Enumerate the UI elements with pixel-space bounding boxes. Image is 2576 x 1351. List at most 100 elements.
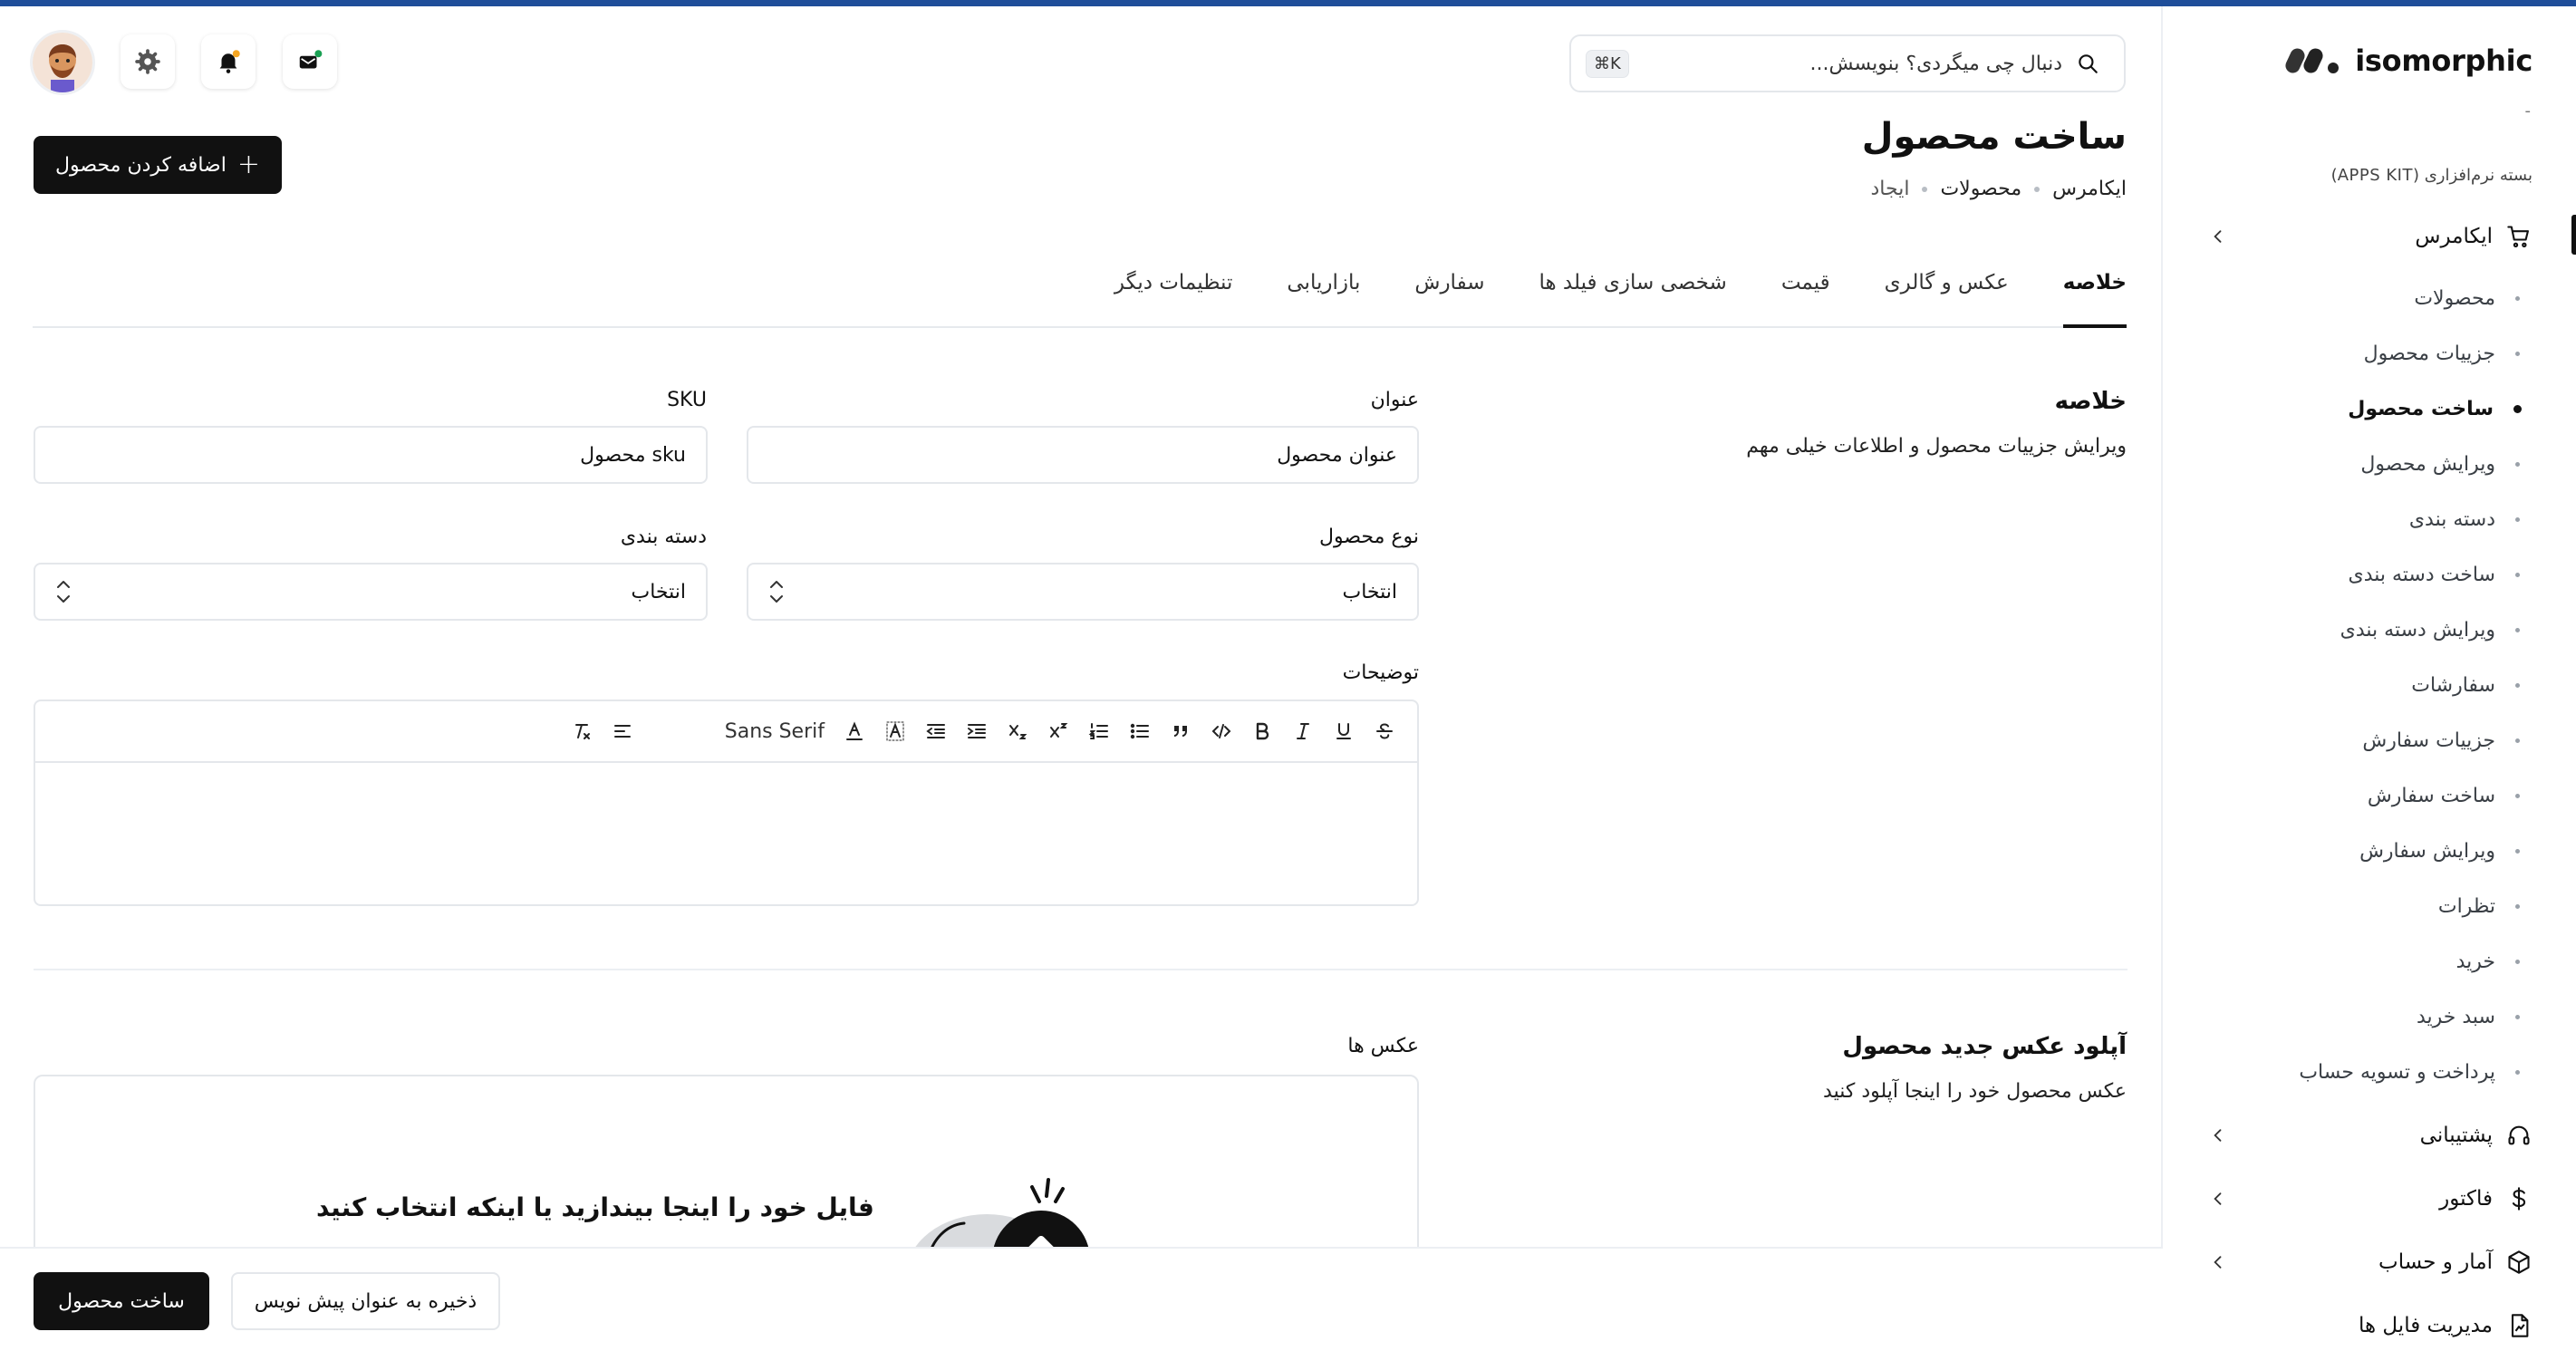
sidebar-item-create-order[interactable]: ساخت سفارش <box>2232 776 2522 815</box>
sidebar-item-label: سفارشات <box>2411 673 2495 697</box>
chevron-left-icon <box>2206 1250 2230 1274</box>
product-type-label: نوع محصول <box>1318 526 1419 548</box>
sidebar-item-orders[interactable]: سفارشات <box>2232 665 2522 705</box>
product-type-value: انتخاب <box>1342 580 1398 603</box>
sidebar-item-edit-order[interactable]: ویرایش سفارش <box>2232 831 2522 871</box>
settings-button[interactable] <box>121 34 175 89</box>
dollar-icon <box>2505 1185 2533 1212</box>
user-avatar-image <box>33 33 92 92</box>
ordered-list-icon[interactable] <box>1078 713 1119 749</box>
strikethrough-icon[interactable] <box>1364 713 1404 749</box>
sidebar-group-analytics[interactable]: آمار و حساب <box>2206 1240 2533 1284</box>
breadcrumb-separator <box>1922 186 1928 192</box>
sidebar-item-product-details[interactable]: جزییات محصول <box>2232 333 2522 373</box>
headset-icon <box>2505 1122 2533 1149</box>
sidebar-item-checkout[interactable]: پرداخت و تسویه حساب <box>2232 1052 2522 1092</box>
category-value: انتخاب <box>631 580 687 603</box>
brand[interactable]: isomorphic <box>2284 43 2533 79</box>
sidebar-item-shop[interactable]: خرید <box>2232 941 2522 981</box>
bullet-dot <box>2515 461 2520 467</box>
bullet-dot <box>2515 959 2520 964</box>
sku-field-label: SKU <box>667 389 707 411</box>
sidebar-item-label: ساخت دسته بندی <box>2348 563 2495 586</box>
sku-field[interactable]: sku محصول <box>34 426 708 484</box>
sidebar-item-label: سبد خرید <box>2416 1005 2495 1028</box>
tab-summary[interactable]: خلاصه <box>2062 265 2127 328</box>
tab-order[interactable]: سفارش <box>1414 265 1484 326</box>
font-family-select[interactable]: Sans Serif <box>716 720 834 743</box>
sidebar-item-label: پرداخت و تسویه حساب <box>2299 1060 2495 1084</box>
sidebar-item-create-product[interactable]: ساخت محصول <box>2232 389 2522 429</box>
bullet-dot <box>2515 1069 2520 1075</box>
sidebar-item-edit-category[interactable]: ویرایش دسته بندی <box>2232 610 2522 650</box>
sidebar-group-file-manager[interactable]: مدیریت فایل ها <box>2206 1304 2533 1347</box>
indent-icon[interactable] <box>956 713 997 749</box>
blockquote-icon[interactable] <box>1160 713 1201 749</box>
sidebar-item-categories[interactable]: دسته بندی <box>2232 499 2522 539</box>
highlight-color-icon[interactable] <box>874 713 915 749</box>
sidebar-group-invoice[interactable]: فاکتور <box>2206 1177 2533 1221</box>
subscript-icon[interactable] <box>997 713 1037 749</box>
bullet-dot <box>2515 572 2520 577</box>
sidebar-item-order-details[interactable]: جزییات سفارش <box>2232 720 2522 760</box>
tab-other-settings[interactable]: تنظیمات دیگر <box>1114 265 1232 326</box>
gear-icon <box>135 49 160 74</box>
search-bar[interactable]: دنبال چی میگردی؟ بنویسش... ⌘K <box>1569 34 2126 92</box>
sidebar-scroll-indicator: - <box>2524 101 2532 121</box>
sidebar-item-products[interactable]: محصولات <box>2232 278 2522 318</box>
bullet-dot <box>2515 351 2520 356</box>
category-select[interactable]: انتخاب <box>34 563 708 621</box>
sidebar-item-label: ویرایش دسته بندی <box>2340 618 2495 642</box>
save-draft-button[interactable]: ذخیره به عنوان پیش نویس <box>231 1272 500 1330</box>
product-type-select[interactable]: انتخاب <box>747 563 1419 621</box>
sidebar-item-label: جزییات سفارش <box>2362 729 2495 752</box>
outdent-icon[interactable] <box>915 713 956 749</box>
plus-icon: + <box>236 149 260 180</box>
tab-price[interactable]: قیمت <box>1781 265 1830 326</box>
text-color-icon[interactable] <box>834 713 874 749</box>
italic-icon[interactable] <box>1282 713 1323 749</box>
search-icon <box>2075 51 2100 76</box>
search-input[interactable]: دنبال چی میگردی؟ بنویسش... <box>1629 53 2062 75</box>
create-product-button[interactable]: ساخت محصول <box>34 1272 209 1330</box>
bullet-dot <box>2515 1014 2520 1019</box>
cube-icon <box>2505 1249 2533 1276</box>
superscript-icon[interactable] <box>1037 713 1078 749</box>
code-icon[interactable] <box>1201 713 1241 749</box>
images-label: عکس ها <box>1347 1035 1419 1057</box>
breadcrumb-item[interactable]: ایکامرس <box>2052 178 2127 200</box>
title-field[interactable]: عنوان محصول <box>747 426 1419 484</box>
sidebar-item-reviews[interactable]: تظرات <box>2232 886 2522 926</box>
tab-marketing[interactable]: بازاریابی <box>1287 265 1360 326</box>
upload-title: آپلود عکس جدید محصول <box>1842 1033 2127 1060</box>
avatar[interactable] <box>33 33 92 92</box>
chevron-left-icon <box>2206 1124 2230 1147</box>
notifications-button[interactable] <box>201 34 256 89</box>
sidebar-active-indicator <box>2571 215 2576 255</box>
cart-icon <box>2505 223 2533 250</box>
sidebar-item-label: ویرایش محصول <box>2360 452 2495 476</box>
bullet-list-icon[interactable] <box>1119 713 1160 749</box>
bold-icon[interactable] <box>1241 713 1282 749</box>
add-product-label: اضافه کردن محصول <box>55 153 227 177</box>
section-divider <box>34 969 2127 970</box>
align-icon[interactable] <box>603 713 643 749</box>
upload-description: عکس محصول خود را اینجا آپلود کنید <box>1823 1080 2127 1103</box>
tab-custom-fields[interactable]: شخصی سازی فیلد ها <box>1539 265 1726 326</box>
tab-gallery[interactable]: عکس و گالری <box>1885 265 2009 326</box>
sidebar-item-edit-product[interactable]: ویرایش محصول <box>2232 444 2522 484</box>
clear-format-icon[interactable] <box>562 713 603 749</box>
messages-button[interactable] <box>283 34 337 89</box>
file-chart-icon <box>2505 1312 2533 1339</box>
sidebar-item-create-category[interactable]: ساخت دسته بندی <box>2232 555 2522 594</box>
sidebar-group-ecommerce[interactable]: ایکامرس <box>2206 215 2533 258</box>
add-product-button[interactable]: + اضافه کردن محصول <box>34 136 282 194</box>
sidebar-item-cart[interactable]: سبد خرید <box>2232 997 2522 1037</box>
sidebar-item-label: جزییات محصول <box>2363 342 2495 365</box>
summary-title: خلاصه <box>2054 388 2127 415</box>
sidebar-group-label: مدیریت فایل ها <box>2358 1314 2493 1337</box>
sidebar-group-support[interactable]: پشتیبانی <box>2206 1114 2533 1157</box>
underline-icon[interactable] <box>1323 713 1364 749</box>
breadcrumb-item[interactable]: محصولات <box>1940 178 2021 200</box>
chevron-up-down-icon <box>770 581 783 603</box>
